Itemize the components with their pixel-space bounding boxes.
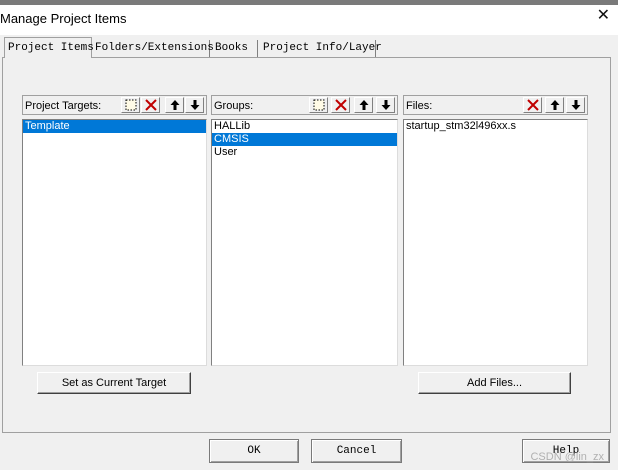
tab-books[interactable]: Books (212, 40, 258, 57)
files-label: Files: (406, 100, 433, 112)
move-down-icon (190, 100, 199, 110)
tab-project-items[interactable]: Project Items (4, 37, 94, 58)
new-icon (313, 99, 324, 111)
move-down-icon (381, 100, 390, 110)
list-item[interactable]: User (212, 146, 397, 159)
close-icon[interactable]: ✕ (597, 8, 610, 24)
move-file-down-button[interactable] (566, 97, 585, 113)
delete-group-button[interactable] (331, 97, 350, 113)
move-group-down-button[interactable] (376, 97, 395, 113)
window-title: Manage Project Items (0, 11, 127, 26)
groups-list[interactable]: HALLib CMSIS User (211, 119, 398, 366)
groups-header: Groups: (211, 95, 398, 115)
list-item[interactable]: HALLib (212, 120, 397, 133)
set-current-target-button[interactable]: Set as Current Target (37, 372, 191, 394)
move-file-up-button[interactable] (545, 97, 564, 113)
move-up-icon (170, 100, 179, 110)
move-target-up-button[interactable] (165, 97, 184, 113)
move-down-icon (571, 100, 580, 110)
tab-project-info-layer[interactable]: Project Info/Layer (260, 40, 382, 57)
new-group-button[interactable] (309, 97, 328, 113)
delete-icon (144, 99, 157, 111)
delete-icon (334, 99, 347, 111)
targets-list[interactable]: Template (22, 119, 207, 366)
move-up-icon (550, 100, 559, 110)
targets-header: Project Targets: (22, 95, 207, 115)
files-list[interactable]: startup_stm32l496xx.s (403, 119, 588, 366)
delete-file-button[interactable] (523, 97, 542, 113)
move-up-icon (359, 100, 368, 110)
list-item[interactable]: Template (23, 120, 206, 133)
tab-folders-extensions[interactable]: Folders/Extensions (92, 40, 214, 57)
new-target-button[interactable] (121, 97, 140, 113)
cancel-button[interactable]: Cancel (311, 439, 402, 463)
list-item[interactable]: CMSIS (212, 133, 397, 146)
groups-label: Groups: (214, 100, 254, 112)
move-group-up-button[interactable] (354, 97, 373, 113)
files-header: Files: (403, 95, 588, 115)
delete-icon (526, 99, 539, 111)
delete-target-button[interactable] (141, 97, 160, 113)
targets-label: Project Targets: (25, 100, 102, 112)
new-icon (125, 99, 136, 111)
add-files-button[interactable]: Add Files... (418, 372, 571, 394)
list-item[interactable]: startup_stm32l496xx.s (404, 120, 587, 133)
ok-button[interactable]: OK (209, 439, 299, 463)
watermark: CSDN @lin_zx (530, 451, 604, 463)
move-target-down-button[interactable] (185, 97, 204, 113)
title-bar: Manage Project Items ✕ (0, 5, 618, 35)
